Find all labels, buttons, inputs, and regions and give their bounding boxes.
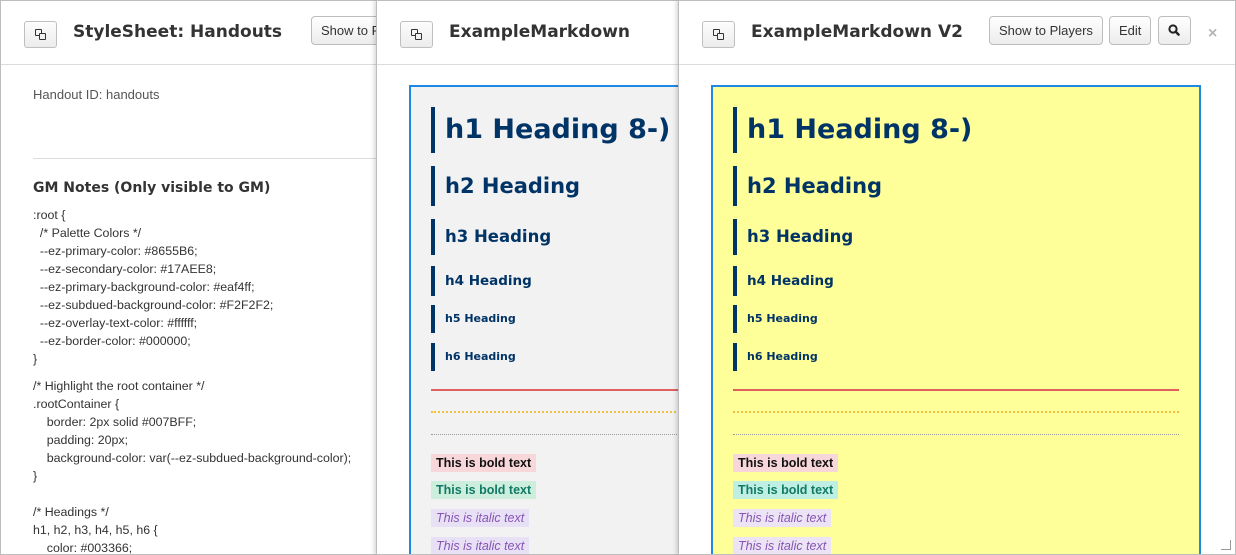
bold-text-2: This is bold text bbox=[733, 481, 839, 499]
code-line: --ez-overlay-text-color: #ffffff; bbox=[33, 316, 198, 330]
horizontal-rule-red bbox=[431, 389, 680, 391]
popout-button[interactable] bbox=[702, 21, 735, 48]
h3-heading: h3 Heading bbox=[733, 219, 853, 255]
code-line: --ez-secondary-color: #17AEE8; bbox=[33, 262, 217, 276]
handout-window-stylesheet: StyleSheet: Handouts Show to P Handout I… bbox=[0, 0, 380, 555]
popout-button[interactable] bbox=[400, 21, 433, 48]
gm-notes-code[interactable]: :root { /* Palette Colors */ --ez-primar… bbox=[33, 206, 379, 555]
h5-heading: h5 Heading bbox=[431, 305, 516, 333]
code-line: /* Palette Colors */ bbox=[33, 226, 142, 240]
close-icon[interactable]: × bbox=[1208, 25, 1217, 43]
edit-button[interactable]: Edit bbox=[1109, 16, 1152, 45]
h6-heading: h6 Heading bbox=[431, 343, 516, 371]
code-line: } bbox=[33, 352, 38, 366]
handout-window-examplemarkdown-v2: ExampleMarkdown V2 Show to Players Edit … bbox=[678, 0, 1236, 555]
code-line: --ez-subdued-background-color: #F2F2F2; bbox=[33, 298, 274, 312]
italic-text-2: This is italic text bbox=[431, 537, 530, 554]
popout-icon bbox=[35, 29, 46, 40]
code-line: :root { bbox=[33, 208, 66, 222]
horizontal-rule-dotted-grey bbox=[733, 434, 1179, 435]
h4-heading: h4 Heading bbox=[431, 266, 532, 296]
window-titlebar[interactable]: ExampleMarkdown bbox=[377, 1, 680, 65]
window-titlebar[interactable]: StyleSheet: Handouts Show to P bbox=[1, 1, 379, 65]
h6-heading: h6 Heading bbox=[733, 343, 818, 371]
handout-window-examplemarkdown: ExampleMarkdown h1 Heading 8-) h2 Headin… bbox=[376, 0, 681, 555]
code-line: border: 2px solid #007BFF; bbox=[33, 415, 197, 429]
show-to-players-button[interactable]: Show to Players bbox=[989, 16, 1103, 45]
bold-text-2: This is bold text bbox=[431, 481, 537, 499]
markdown-root-container: h1 Heading 8-) h2 Heading h3 Heading h4 … bbox=[711, 85, 1201, 554]
gm-notes-title: GM Notes (Only visible to GM) bbox=[33, 180, 271, 196]
code-line: background-color: var(--ez-subdued-backg… bbox=[33, 451, 352, 465]
code-line: .rootContainer { bbox=[33, 397, 120, 411]
window-title: ExampleMarkdown V2 bbox=[751, 22, 963, 42]
h1-heading: h1 Heading 8-) bbox=[431, 107, 670, 153]
code-line: h1, h2, h3, h4, h5, h6 { bbox=[33, 523, 158, 537]
code-line: padding: 20px; bbox=[33, 433, 129, 447]
horizontal-rule-dotted-grey bbox=[431, 434, 680, 435]
code-line: /* Headings */ bbox=[33, 505, 109, 519]
window-titlebar[interactable]: ExampleMarkdown V2 Show to Players Edit … bbox=[679, 1, 1235, 65]
divider bbox=[33, 158, 379, 159]
markdown-root-container: h1 Heading 8-) h2 Heading h3 Heading h4 … bbox=[409, 85, 680, 554]
resize-handle[interactable] bbox=[1221, 540, 1231, 550]
code-line: color: #003366; bbox=[33, 541, 133, 555]
h4-heading: h4 Heading bbox=[733, 266, 834, 296]
code-line: --ez-primary-background-color: #eaf4ff; bbox=[33, 280, 255, 294]
code-line: /* Highlight the root container */ bbox=[33, 379, 205, 393]
code-line bbox=[33, 368, 379, 377]
italic-text-1: This is italic text bbox=[431, 509, 530, 527]
h2-heading: h2 Heading bbox=[733, 166, 882, 206]
popout-icon bbox=[713, 29, 724, 40]
window-title: ExampleMarkdown bbox=[449, 22, 631, 42]
bold-text-1: This is bold text bbox=[733, 454, 839, 472]
h3-heading: h3 Heading bbox=[431, 219, 551, 255]
window-title: StyleSheet: Handouts bbox=[73, 22, 283, 42]
search-button[interactable] bbox=[1158, 16, 1191, 45]
code-line: } bbox=[33, 469, 38, 483]
code-line bbox=[33, 485, 379, 503]
horizontal-rule-dotted-gold bbox=[431, 411, 680, 413]
code-line: --ez-primary-color: #8655B6; bbox=[33, 244, 198, 258]
horizontal-rule-red bbox=[733, 389, 1179, 391]
bold-text-1: This is bold text bbox=[431, 454, 537, 472]
italic-text-1: This is italic text bbox=[733, 509, 832, 527]
h2-heading: h2 Heading bbox=[431, 166, 580, 206]
horizontal-rule-dotted-gold bbox=[733, 411, 1179, 413]
h1-heading: h1 Heading 8-) bbox=[733, 107, 972, 153]
handout-id: Handout ID: handouts bbox=[33, 87, 160, 102]
popout-button[interactable] bbox=[24, 21, 57, 48]
handout-content: Handout ID: handouts GM Notes (Only visi… bbox=[33, 65, 379, 555]
show-to-players-button[interactable]: Show to P bbox=[311, 16, 379, 45]
h5-heading: h5 Heading bbox=[733, 305, 818, 333]
popout-icon bbox=[411, 29, 422, 40]
code-line: --ez-border-color: #000000; bbox=[33, 334, 191, 348]
italic-text-2: This is italic text bbox=[733, 537, 832, 554]
search-icon bbox=[1168, 24, 1180, 36]
